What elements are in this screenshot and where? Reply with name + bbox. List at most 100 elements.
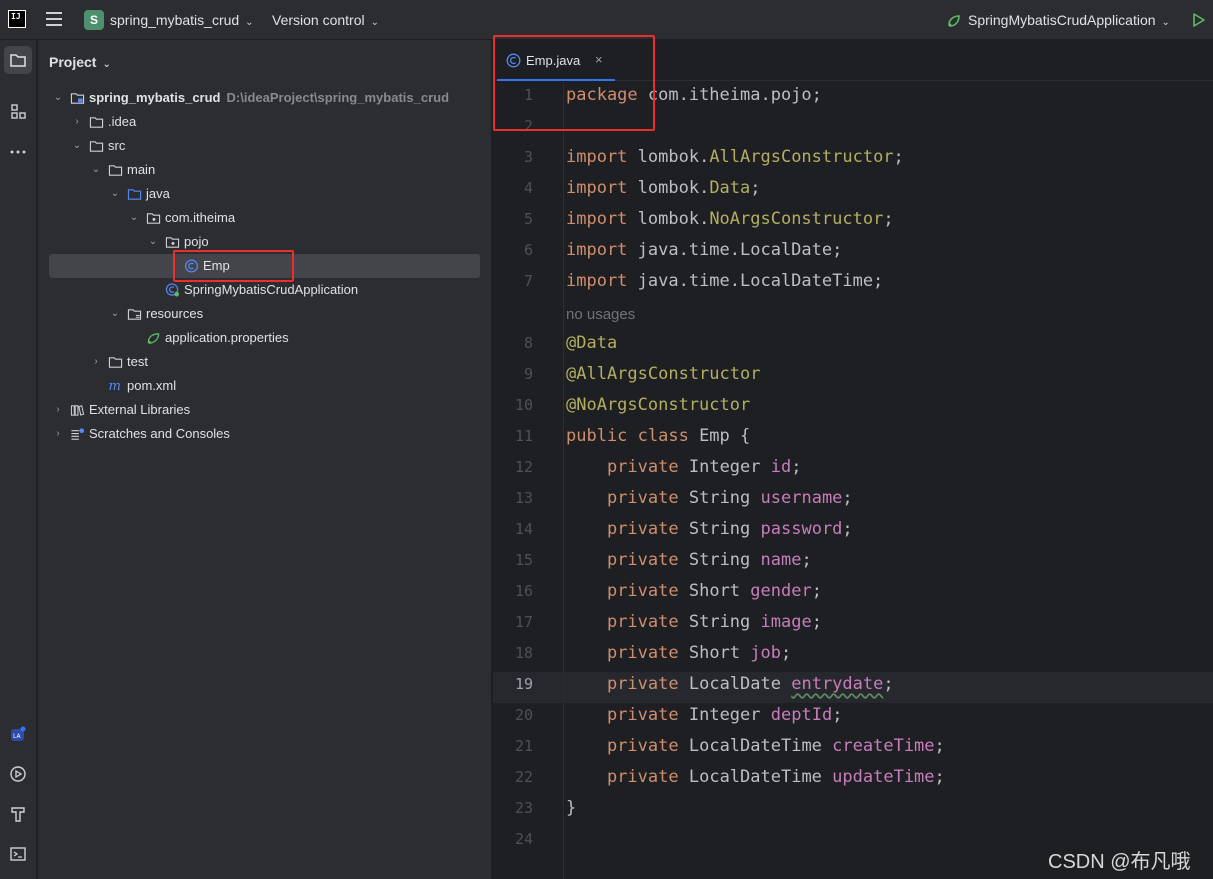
- code-line-9: @AllArgsConstructor: [566, 364, 761, 384]
- folder-icon: [10, 54, 26, 67]
- source-folder-icon: [127, 189, 142, 200]
- project-name-label: spring_mybatis_crud: [110, 12, 240, 28]
- chevron-down-icon: ⌄: [245, 17, 254, 28]
- package-icon: [165, 237, 180, 248]
- terminal-tool-button[interactable]: [4, 840, 32, 868]
- folder-icon: [89, 117, 104, 128]
- project-tool-button[interactable]: [4, 46, 32, 74]
- field-line: private String name;: [606, 550, 812, 570]
- tree-item[interactable]: › .idea: [38, 110, 492, 134]
- panel-title: Project: [49, 54, 97, 70]
- project-avatar[interactable]: S: [84, 10, 104, 30]
- tree-item-label: Scratches and Consoles: [89, 426, 230, 441]
- highlight-box-tab: [493, 35, 655, 131]
- tree-item-label: src: [108, 138, 126, 153]
- run-configuration-selector[interactable]: SpringMybatisCrudApplication ⌄: [968, 12, 1170, 28]
- watermark: CSDN @布凡哦: [1048, 851, 1191, 873]
- run-icon[interactable]: [1190, 10, 1208, 30]
- chevron-down-icon[interactable]: ⌄: [147, 230, 159, 254]
- line-number: 14: [514, 520, 533, 538]
- structure-icon: [11, 104, 26, 119]
- tree-item[interactable]: ⌄ src: [38, 134, 492, 158]
- spring-boot-icon: [948, 15, 960, 27]
- line-number: 24: [514, 830, 533, 848]
- field-line: private Integer deptId;: [606, 705, 843, 725]
- chevron-down-icon: ⌄: [370, 17, 379, 28]
- line-number: 23: [514, 799, 533, 817]
- code-line-5: import lombok.NoArgsConstructor;: [566, 209, 894, 229]
- tree-item-label: main: [127, 162, 156, 177]
- chevron-down-icon[interactable]: ⌄: [52, 86, 64, 110]
- tree-item-label: .idea: [108, 114, 137, 129]
- tree-item[interactable]: m pom.xml: [38, 374, 492, 398]
- intellij-logo[interactable]: IJ: [8, 10, 26, 28]
- gutter-divider: [563, 82, 564, 879]
- maven-icon: m: [109, 379, 121, 393]
- tree-item[interactable]: ⌄ com.itheima: [38, 206, 492, 230]
- code-line-11: public class Emp {: [566, 426, 751, 446]
- chevron-right-icon[interactable]: ›: [52, 422, 64, 446]
- chevron-down-icon[interactable]: ⌄: [128, 206, 140, 230]
- highlight-box-emp: [173, 250, 294, 282]
- spring-class-icon: [165, 283, 180, 297]
- tree-item[interactable]: › test: [38, 350, 492, 374]
- field-line: private String username;: [606, 488, 853, 508]
- line-number: 20: [514, 706, 533, 724]
- chevron-right-icon[interactable]: ›: [90, 350, 102, 374]
- main-menu-icon[interactable]: [46, 12, 62, 26]
- project-path: D:\ideaProject\spring_mybatis_crud: [226, 90, 450, 105]
- field-line: private Integer id;: [606, 457, 802, 477]
- chevron-down-icon[interactable]: ⌄: [90, 158, 102, 182]
- line-number: 13: [514, 489, 533, 507]
- line-number: 11: [514, 427, 533, 445]
- folder-icon: [89, 141, 104, 152]
- scratches-icon: [71, 428, 85, 440]
- tree-item-label: application.properties: [165, 330, 289, 345]
- code-line-10: @NoArgsConstructor: [566, 395, 751, 415]
- build-tool-button[interactable]: [4, 800, 32, 828]
- chevron-right-icon[interactable]: ›: [71, 110, 83, 134]
- tree-item-label: resources: [146, 306, 204, 321]
- more-tools-button[interactable]: [4, 138, 32, 166]
- code-line-6: import java.time.LocalDate;: [566, 240, 843, 260]
- project-view-selector[interactable]: Project ⌄: [49, 54, 111, 70]
- tree-item-label: com.itheima: [165, 210, 236, 225]
- usages-hint[interactable]: no usages: [566, 306, 635, 323]
- project-switcher[interactable]: spring_mybatis_crud ⌄: [110, 12, 254, 28]
- project-panel: Project ⌄ ⌄ spring_mybatis_crud D:\ideaProj…: [38, 40, 492, 879]
- tree-item[interactable]: ⌄ resources: [38, 302, 492, 326]
- vcs-label: Version control: [272, 12, 365, 28]
- version-control-menu[interactable]: Version control ⌄: [272, 12, 379, 28]
- chevron-down-icon: ⌄: [102, 59, 111, 70]
- services-icon: [10, 766, 26, 782]
- tree-item[interactable]: application.properties: [38, 326, 492, 350]
- field-line: private String password;: [606, 519, 853, 539]
- tree-item[interactable]: › Scratches and Consoles: [38, 422, 492, 446]
- chevron-down-icon[interactable]: ⌄: [109, 182, 121, 206]
- chevron-right-icon[interactable]: ›: [52, 398, 64, 422]
- terminal-icon: [10, 847, 26, 861]
- line-number: 12: [514, 458, 533, 476]
- tree-item[interactable]: ⌄ main: [38, 158, 492, 182]
- tree-item[interactable]: ⌄ spring_mybatis_crud D:\ideaProject\sprin…: [38, 86, 492, 110]
- tree-item[interactable]: › External Libraries: [38, 398, 492, 422]
- title-bar: IJ S spring_mybatis_crud ⌄ Version contro…: [0, 0, 1213, 40]
- tree-item-label: External Libraries: [89, 402, 191, 417]
- tree-item[interactable]: ⌄ java: [38, 182, 492, 206]
- folder-icon: [108, 165, 123, 176]
- structure-tool-button[interactable]: [4, 98, 32, 126]
- field-line: private Short job;: [606, 643, 792, 663]
- chevron-down-icon[interactable]: ⌄: [109, 302, 121, 326]
- code-line-23: }: [566, 798, 577, 818]
- plugin-tool-button[interactable]: LA: [4, 720, 32, 748]
- line-number: 7: [523, 272, 533, 290]
- line-number: 22: [514, 768, 533, 786]
- code-line-7: import java.time.LocalDateTime;: [566, 271, 884, 291]
- services-tool-button[interactable]: [4, 760, 32, 788]
- run-config-label: SpringMybatisCrudApplication: [968, 12, 1156, 28]
- line-number: 4: [523, 179, 533, 197]
- chevron-down-icon[interactable]: ⌄: [71, 134, 83, 158]
- line-number: 17: [514, 613, 533, 631]
- tree-item-label: test: [127, 354, 148, 369]
- folder-icon: [108, 357, 123, 368]
